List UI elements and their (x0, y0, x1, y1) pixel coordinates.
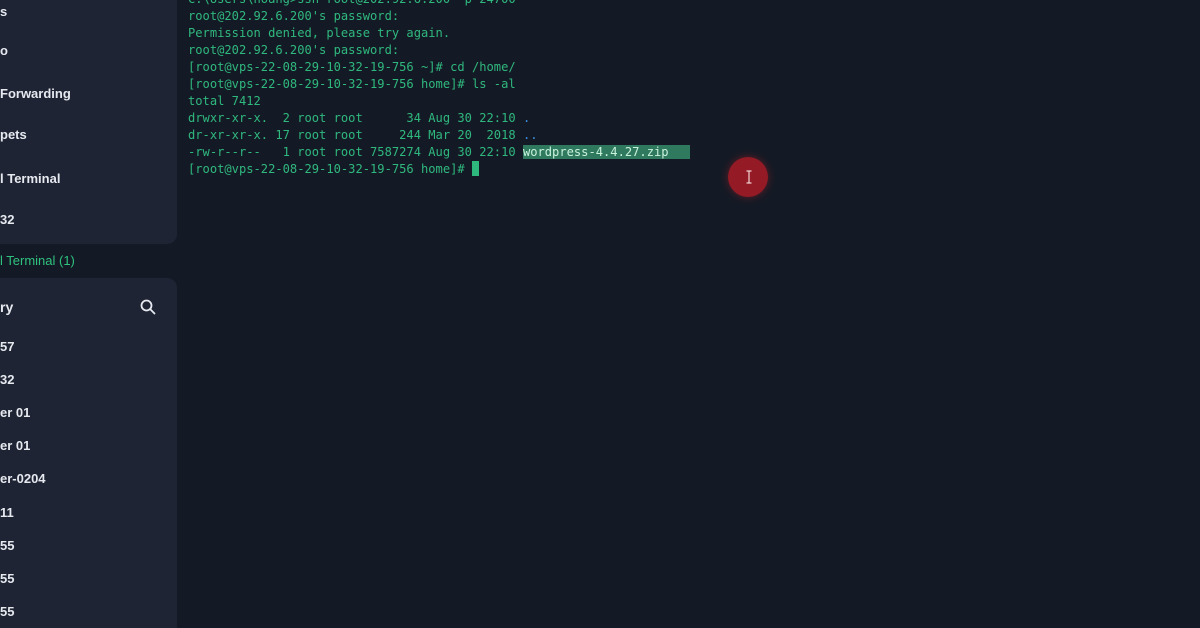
terminal-line: root@202.92.6.200's password: (188, 9, 400, 23)
terminal-line: [root@vps-22-08-29-10-32-19-756 home]# l… (188, 77, 516, 91)
terminal-cursor (471, 161, 479, 176)
selected-filename[interactable]: wordpress-4.4.27.zip (522, 145, 690, 159)
listing-name: .. (522, 128, 538, 142)
sidebar-item-hosts[interactable]: s (0, 2, 7, 22)
listing-row: -rw-r--r-- 1 root root 7587274 Aug 30 22… (188, 144, 690, 161)
listing-row: drwxr-xr-x. 2 root root 34 Aug 30 22:10 … (188, 110, 690, 127)
listing-meta: -rw-r--r-- 1 root root 7587274 Aug 30 22… (188, 145, 523, 159)
app-window: s o Forwarding pets l Terminal 32 l Term… (0, 0, 1200, 628)
terminal-pane[interactable]: C:\Users\hoang>ssh root@202.92.6.200 -p … (178, 0, 1200, 628)
terminal-line: root@202.92.6.200's password: (188, 43, 400, 57)
listing-row: dr-xr-xr-x. 17 root root 244 Mar 20 2018… (188, 127, 690, 144)
sidebar-item-session-32[interactable]: 32 (0, 210, 14, 230)
history-item[interactable]: 11 (0, 503, 14, 523)
text-cursor-icon (746, 170, 752, 184)
history-item[interactable]: 32 (0, 370, 14, 390)
terminal-line: C:\Users\hoang>ssh root@202.92.6.200 -p … (188, 0, 690, 8)
listing-meta: drwxr-xr-x. 2 root root 34 Aug 30 22:10 (188, 111, 523, 125)
terminal-output: C:\Users\hoang>ssh root@202.92.6.200 -p … (188, 0, 690, 178)
sidebar-item-keychain[interactable]: o (0, 41, 8, 61)
prompt-line: [root@vps-22-08-29-10-32-19-756 home]# (188, 161, 690, 178)
sidebar-item-snippets[interactable]: pets (0, 125, 27, 145)
history-item[interactable]: er-0204 (0, 469, 46, 489)
terminal-line: total 7412 (188, 94, 261, 108)
history-title: ry (0, 299, 14, 315)
terminal-line: Permission denied, please try again. (188, 26, 451, 40)
sidebar-nav-panel (0, 0, 177, 244)
terminal-line: [root@vps-22-08-29-10-32-19-756 ~]# cd /… (188, 60, 516, 74)
history-item[interactable]: er 01 (0, 403, 30, 423)
sidebar-item-local-terminal[interactable]: l Terminal (0, 169, 60, 189)
sidebar: s o Forwarding pets l Terminal 32 l Term… (0, 0, 178, 628)
history-item[interactable]: 55 (0, 569, 14, 589)
history-item[interactable]: er 01 (0, 436, 30, 456)
search-icon[interactable] (139, 298, 157, 316)
listing-name: . (522, 111, 531, 125)
listing-meta: dr-xr-xr-x. 17 root root 244 Mar 20 2018 (188, 128, 523, 142)
sidebar-item-local-terminal-1[interactable]: l Terminal (1) (0, 251, 75, 271)
sidebar-item-port-forwarding[interactable]: Forwarding (0, 84, 71, 104)
history-item[interactable]: 55 (0, 602, 14, 622)
prompt: [root@vps-22-08-29-10-32-19-756 home]# (188, 162, 472, 176)
history-item[interactable]: 57 (0, 337, 14, 357)
history-item[interactable]: 55 (0, 536, 14, 556)
